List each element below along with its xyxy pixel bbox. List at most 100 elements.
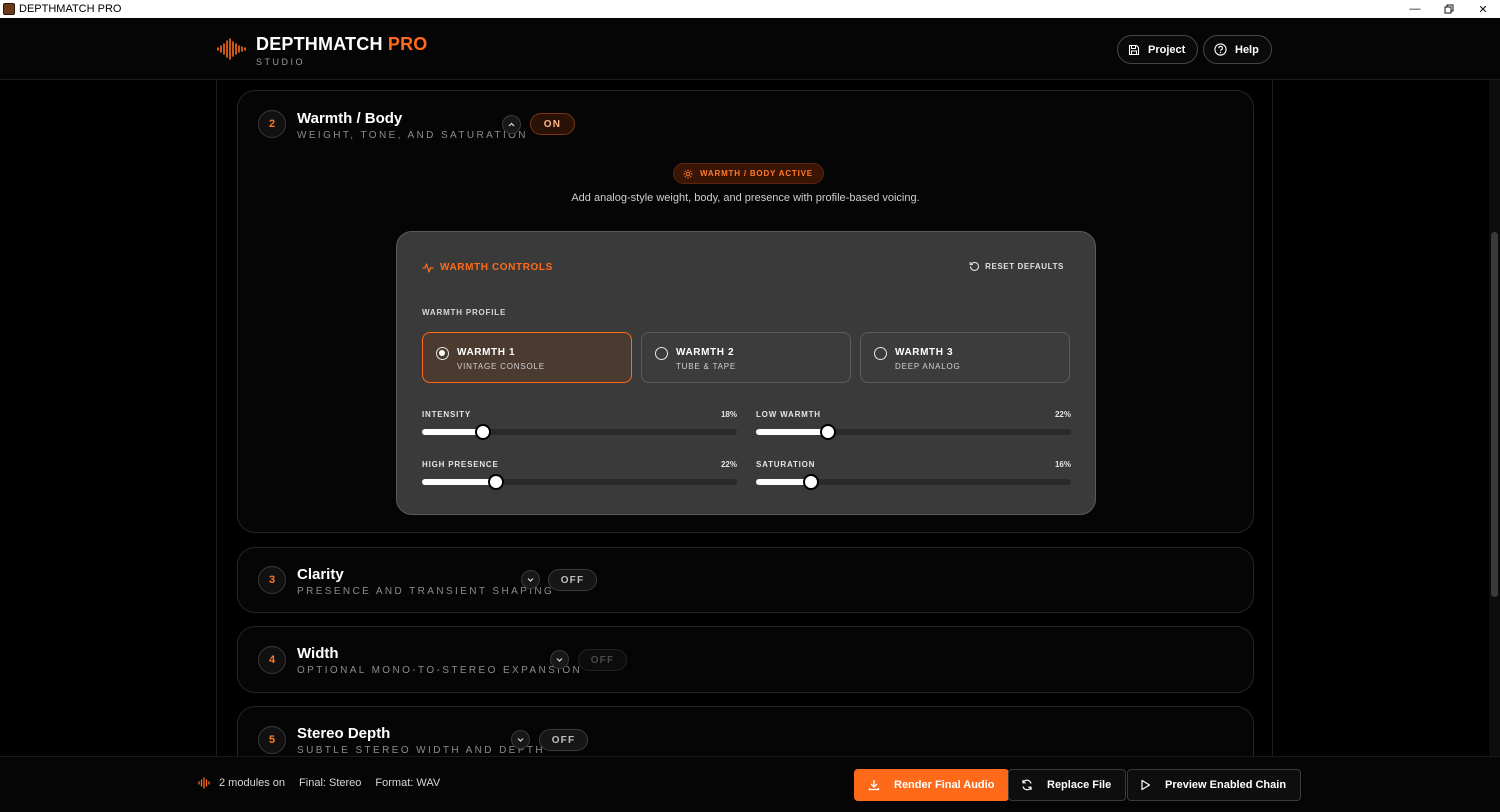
chevron-down-icon	[556, 658, 563, 662]
waveform-icon	[198, 777, 210, 789]
slider-track[interactable]	[756, 424, 1071, 440]
low-warmth-slider[interactable]: LOW WARMTH 22%	[756, 410, 1071, 450]
slider-track[interactable]	[756, 474, 1071, 490]
module-warmth-body: 2 Warmth / Body WEIGHT, TONE, AND SATURA…	[237, 90, 1254, 533]
slider-track[interactable]	[422, 474, 737, 490]
help-button[interactable]: Help	[1203, 35, 1272, 64]
high-presence-slider[interactable]: HIGH PRESENCE 22%	[422, 460, 737, 500]
brand-subtitle: STUDIO	[256, 57, 306, 67]
expand-button[interactable]	[521, 570, 540, 589]
brand-name: DEPTHMATCH PRO	[256, 34, 428, 54]
module-subtitle: SUBTLE STEREO WIDTH AND DEPTH	[297, 745, 545, 756]
slider-label: HIGH PRESENCE	[422, 460, 499, 469]
expand-button[interactable]	[511, 730, 530, 749]
sun-icon	[683, 169, 693, 178]
slider-handle[interactable]	[820, 424, 837, 440]
slider-handle[interactable]	[488, 474, 505, 490]
download-icon	[868, 780, 880, 791]
expand-button[interactable]	[550, 650, 569, 669]
module-title: Warmth / Body	[297, 110, 403, 127]
close-icon[interactable]: ✕	[1466, 0, 1500, 18]
module-title: Clarity	[297, 566, 344, 583]
module-number: 3	[258, 566, 286, 594]
collapse-button[interactable]	[502, 115, 521, 134]
waveform-logo-icon	[217, 38, 246, 60]
intensity-slider[interactable]: INTENSITY 18%	[422, 410, 737, 450]
profile-option-warmth-2[interactable]: WARMTH 2 TUBE & TAPE	[641, 332, 851, 383]
module-clarity[interactable]: 3 Clarity PRESENCE AND TRANSIENT SHAPING…	[237, 547, 1254, 613]
profile-sub: VINTAGE CONSOLE	[457, 362, 545, 371]
status-summary: 2 modules on Final: Stereo Format: WAV	[198, 777, 454, 789]
slider-handle[interactable]	[803, 474, 820, 490]
profile-name: WARMTH 1	[457, 347, 516, 358]
replace-file-button[interactable]: Replace File	[1008, 769, 1127, 801]
panel-title-label: WARMTH CONTROLS	[440, 262, 553, 273]
slider-label: INTENSITY	[422, 410, 471, 419]
slider-value: 18%	[720, 410, 737, 419]
module-subtitle: PRESENCE AND TRANSIENT SHAPING	[297, 586, 555, 597]
warmth-controls-panel: WARMTH CONTROLS RESET DEFAULTS WARMTH PR…	[396, 231, 1096, 515]
module-toggle[interactable]: OFF	[548, 569, 597, 591]
module-width[interactable]: 4 Width OPTIONAL MONO-TO-STEREO EXPANSIO…	[237, 626, 1254, 693]
module-title: Width	[297, 645, 339, 662]
profile-option-warmth-1[interactable]: WARMTH 1 VINTAGE CONSOLE	[422, 332, 632, 383]
restore-icon[interactable]	[1432, 0, 1466, 18]
play-icon	[1141, 779, 1151, 791]
module-number: 2	[258, 110, 286, 138]
slider-label: LOW WARMTH	[756, 410, 821, 419]
window-controls: — ✕	[1398, 0, 1500, 18]
slider-label: SATURATION	[756, 460, 816, 469]
project-button[interactable]: Project	[1117, 35, 1199, 64]
slider-track[interactable]	[422, 424, 737, 440]
scrollbar-thumb[interactable]	[1491, 232, 1498, 597]
module-description: Add analog-style weight, body, and prese…	[571, 192, 920, 204]
radio-icon	[874, 347, 887, 360]
panel-title: WARMTH CONTROLS	[422, 262, 553, 273]
reset-defaults-button[interactable]: RESET DEFAULTS	[969, 261, 1064, 272]
module-toggle: OFF	[578, 649, 627, 671]
chevron-down-icon	[517, 738, 524, 742]
final-status: Final: Stereo	[299, 777, 362, 789]
slider-fill	[756, 429, 829, 435]
profile-label: WARMTH PROFILE	[422, 308, 507, 317]
refresh-icon	[1022, 779, 1032, 791]
module-stereo-depth[interactable]: 5 Stereo Depth SUBTLE STEREO WIDTH AND D…	[237, 706, 1254, 756]
scrollbar[interactable]	[1489, 80, 1500, 756]
profile-option-warmth-3[interactable]: WARMTH 3 DEEP ANALOG	[860, 332, 1070, 383]
radio-icon	[655, 347, 668, 360]
module-toggle[interactable]: ON	[530, 113, 575, 135]
saturation-slider[interactable]: SATURATION 16%	[756, 460, 1071, 500]
module-title: Stereo Depth	[297, 725, 391, 742]
help-icon	[1214, 43, 1227, 56]
brand-accent: PRO	[387, 34, 428, 54]
module-list: 2 Warmth / Body WEIGHT, TONE, AND SATURA…	[216, 80, 1273, 756]
render-final-audio-button[interactable]: Render Final Audio	[854, 769, 1010, 801]
slider-handle[interactable]	[475, 424, 492, 440]
module-toggle[interactable]: OFF	[539, 729, 588, 751]
footer-bar: 2 modules on Final: Stereo Format: WAV R…	[0, 756, 1500, 812]
help-button-label: Help	[1235, 43, 1259, 56]
module-number: 5	[258, 726, 286, 754]
replace-button-label: Replace File	[1047, 779, 1112, 791]
slider-value: 22%	[1054, 410, 1071, 419]
render-button-label: Render Final Audio	[894, 779, 995, 791]
module-subtitle: WEIGHT, TONE, AND SATURATION	[297, 130, 528, 141]
profile-sub: TUBE & TAPE	[676, 362, 737, 371]
preview-enabled-chain-button[interactable]: Preview Enabled Chain	[1127, 769, 1302, 801]
slider-fill	[422, 479, 497, 485]
chevron-up-icon	[508, 122, 515, 127]
brand: DEPTHMATCH PRO STUDIO	[216, 34, 427, 67]
reset-defaults-label: RESET DEFAULTS	[985, 262, 1064, 271]
module-number: 4	[258, 646, 286, 674]
active-badge-label: WARMTH / BODY ACTIVE	[700, 169, 813, 178]
slider-value: 22%	[720, 460, 737, 469]
project-button-label: Project	[1148, 43, 1186, 56]
profile-sub: DEEP ANALOG	[895, 362, 961, 371]
save-icon	[1128, 44, 1140, 55]
app-header: DEPTHMATCH PRO STUDIO Project Help	[0, 18, 1500, 80]
module-subtitle: OPTIONAL MONO-TO-STEREO EXPANSION	[297, 665, 583, 676]
window-titlebar: DEPTHMATCH PRO — ✕	[0, 0, 1500, 18]
minimize-icon[interactable]: —	[1398, 0, 1432, 18]
modules-on-status: 2 modules on	[219, 777, 286, 789]
slider-value: 16%	[1054, 460, 1071, 469]
